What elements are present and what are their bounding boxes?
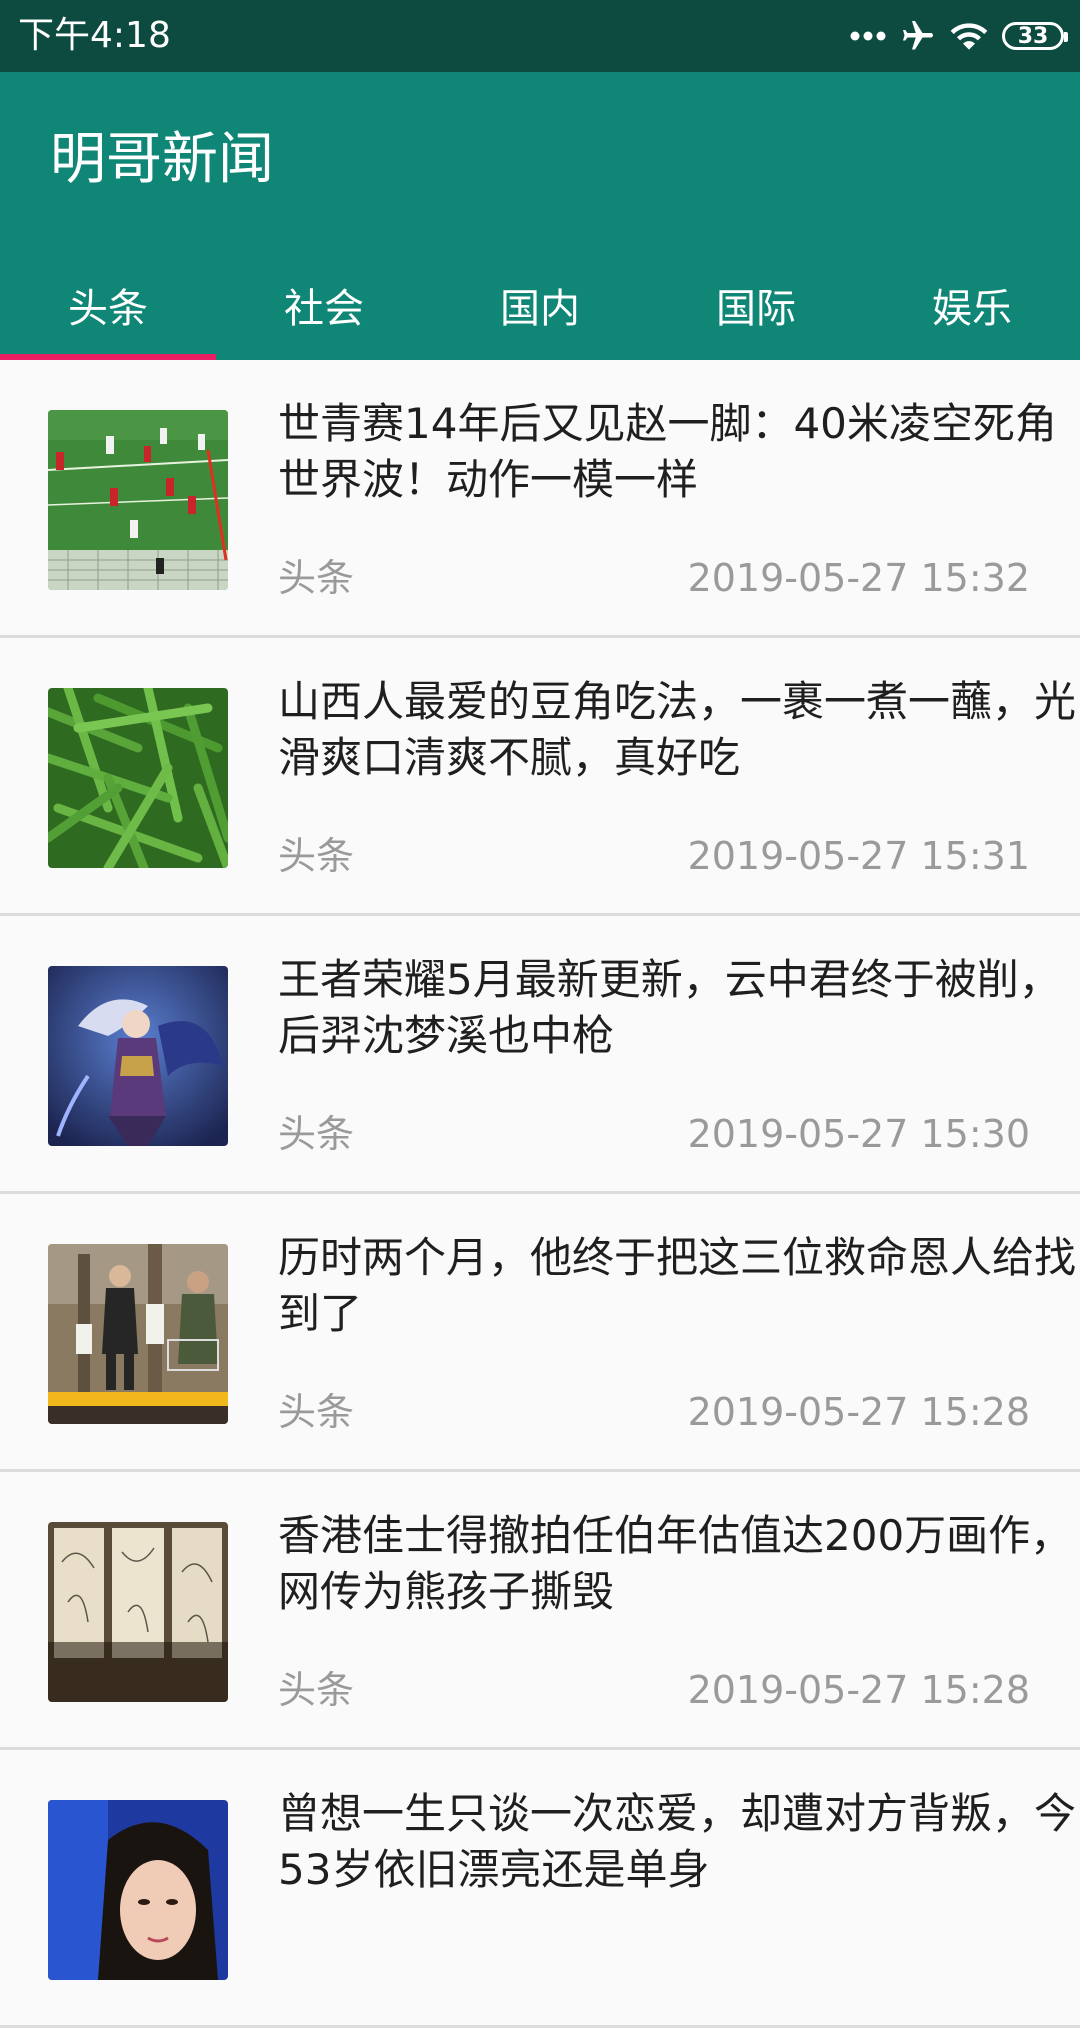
football-match-image: [48, 410, 228, 590]
news-title: 香港佳士得撤拍任伯年估值达200万画作，网传为熊孩子撕毁: [278, 1511, 1073, 1616]
tab-label: 娱乐: [932, 286, 1012, 332]
news-list: 世青赛14年后又见赵一脚：40米凌空死角世界波！动作一模一样 头条 2019-0…: [0, 360, 1080, 2028]
app-title: 明哥新闻: [50, 127, 274, 192]
news-title: 王者荣耀5月最新更新，云中君终于被削，后羿沈梦溪也中枪: [278, 955, 1061, 1060]
tab-label: 国际: [716, 286, 796, 332]
battery-level: 33: [1017, 23, 1049, 49]
painting-exhibit-image: [48, 1522, 228, 1702]
woman-portrait-image: [48, 1800, 228, 1980]
news-time: 2019-05-27 15:31: [687, 834, 1030, 878]
news-category: 头条: [278, 1668, 355, 1712]
app-bar: 明哥新闻 头条 社会 国内 国际 娱乐: [0, 72, 1080, 360]
tab-entertainment[interactable]: 娱乐: [864, 250, 1080, 360]
more-dots-icon: [850, 30, 886, 42]
news-item[interactable]: 王者荣耀5月最新更新，云中君终于被削，后羿沈梦溪也中枪 头条 2019-05-2…: [0, 916, 1080, 1194]
news-item[interactable]: 山西人最爱的豆角吃法，一裹一煮一蘸，光滑爽口清爽不腻，真好吃 头条 2019-0…: [0, 638, 1080, 916]
news-item[interactable]: 香港佳士得撤拍任伯年估值达200万画作，网传为熊孩子撕毁 头条 2019-05-…: [0, 1472, 1080, 1750]
news-title: 曾想一生只谈一次恋爱，却遭对方背叛，今53岁依旧漂亮还是单身: [278, 1789, 1077, 1894]
news-title: 山西人最爱的豆角吃法，一裹一煮一蘸，光滑爽口清爽不腻，真好吃: [278, 677, 1077, 782]
tab-international[interactable]: 国际: [648, 250, 864, 360]
tab-label: 社会: [284, 286, 364, 332]
news-category: 头条: [278, 1112, 355, 1156]
tab-label: 国内: [500, 286, 580, 332]
category-tabs: 头条 社会 国内 国际 娱乐: [0, 250, 1080, 360]
game-character-image: [48, 966, 228, 1146]
news-title: 历时两个月，他终于把这三位救命恩人给找到了: [278, 1233, 1077, 1338]
tab-society[interactable]: 社会: [216, 250, 432, 360]
news-category: 头条: [278, 1390, 355, 1434]
news-time: 2019-05-27 15:32: [687, 556, 1030, 600]
news-time: 2019-05-27 15:28: [687, 1668, 1030, 1712]
news-category: 头条: [278, 556, 355, 600]
news-footage-image: [48, 1244, 228, 1424]
battery-icon: 33: [1002, 22, 1068, 50]
status-icons: 33: [850, 14, 1068, 58]
status-time: 下午4:18: [18, 15, 171, 56]
news-time: 2019-05-27 15:30: [687, 1112, 1030, 1156]
news-item[interactable]: 世青赛14年后又见赵一脚：40米凌空死角世界波！动作一模一样 头条 2019-0…: [0, 360, 1080, 638]
news-category: 头条: [278, 834, 355, 878]
tab-domestic[interactable]: 国内: [432, 250, 648, 360]
tab-headline[interactable]: 头条: [0, 250, 216, 360]
news-item[interactable]: 历时两个月，他终于把这三位救命恩人给找到了 头条 2019-05-27 15:2…: [0, 1194, 1080, 1472]
wifi-icon: [950, 20, 988, 52]
news-title: 世青赛14年后又见赵一脚：40米凌空死角世界波！动作一模一样: [278, 399, 1057, 504]
status-bar: 下午4:18 33: [0, 0, 1080, 72]
news-time: 2019-05-27 15:28: [687, 1390, 1030, 1434]
news-item[interactable]: 曾想一生只谈一次恋爱，却遭对方背叛，今53岁依旧漂亮还是单身: [0, 1750, 1080, 2028]
tab-label: 头条: [68, 286, 148, 332]
airplane-icon: [900, 18, 936, 54]
green-beans-image: [48, 688, 228, 868]
